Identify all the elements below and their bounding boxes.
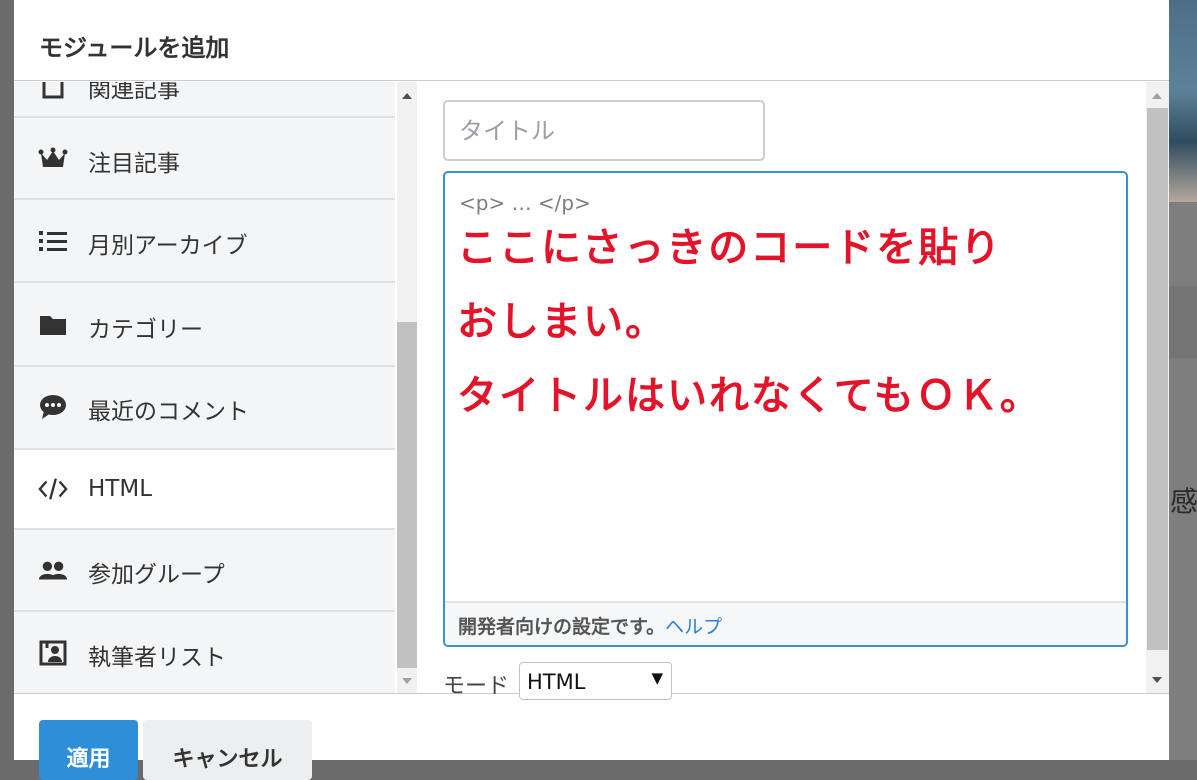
- annotation-line: タイトルはいれなくてもＯＫ。: [457, 373, 1042, 419]
- code-footer: 開発者向けの設定です。ヘルプ: [445, 601, 1126, 645]
- comment-icon: [38, 392, 68, 422]
- title-input[interactable]: [443, 100, 765, 161]
- author-icon: [38, 638, 68, 668]
- red-annotation: ここにさっきのコードを貼り おしまい。 タイトルはいれなくてもＯＫ。: [457, 211, 1117, 433]
- module-item-authors[interactable]: 執筆者リスト: [14, 612, 395, 693]
- module-item-label: 執筆者リスト: [88, 645, 226, 671]
- developer-note: 開発者向けの設定です。ヘルプ: [458, 612, 722, 639]
- module-item-label: 注目記事: [88, 151, 180, 177]
- document-icon: [38, 82, 68, 102]
- folder-icon: [38, 310, 68, 340]
- scrollbar-thumb[interactable]: [1147, 108, 1168, 650]
- module-item-groups[interactable]: 参加グループ: [14, 530, 395, 612]
- background-divider: [1169, 286, 1197, 358]
- module-item-label: 月別アーカイブ: [88, 233, 248, 259]
- module-item-related[interactable]: 関連記事: [14, 82, 395, 118]
- module-item-label: 関連記事: [88, 82, 180, 103]
- crown-icon: [38, 144, 68, 174]
- scroll-up-arrow-icon[interactable]: [397, 86, 417, 106]
- mode-select[interactable]: HTML ▼: [519, 662, 672, 700]
- module-item-label: 参加グループ: [88, 562, 225, 588]
- module-item-label: 最近のコメント: [88, 399, 249, 425]
- code-icon: [38, 474, 68, 504]
- dialog-title: モジュールを追加: [39, 34, 230, 62]
- scrollbar-thumb[interactable]: [397, 322, 417, 668]
- module-item-html[interactable]: HTML: [14, 450, 395, 530]
- annotation-line: ここにさっきのコードを貼り: [457, 225, 1003, 271]
- apply-button[interactable]: 適用: [39, 720, 138, 780]
- module-list: 関連記事 注目記事 月別アーカイブ カテゴリー 最近のコメント HTML 参加グ…: [14, 82, 395, 693]
- scroll-down-arrow-icon[interactable]: [397, 671, 417, 691]
- help-link[interactable]: ヘルプ: [665, 616, 722, 638]
- add-module-dialog: モジュールを追加 関連記事 注目記事 月別アーカイブ カテゴリー 最近のコメント…: [14, 0, 1169, 780]
- module-item-monthly-archive[interactable]: 月別アーカイブ: [14, 200, 395, 283]
- module-item-label: カテゴリー: [88, 317, 203, 343]
- background-text: 感: [1170, 485, 1197, 518]
- dialog-body: 関連記事 注目記事 月別アーカイブ カテゴリー 最近のコメント HTML 参加グ…: [14, 82, 1169, 700]
- editor-scrollbar[interactable]: [1146, 82, 1169, 693]
- list-icon: [38, 226, 68, 256]
- dropdown-caret-icon: ▼: [651, 669, 663, 687]
- mode-select-value: HTML: [527, 670, 586, 694]
- developer-note-text: 開発者向けの設定です。: [458, 616, 666, 638]
- module-item-category[interactable]: カテゴリー: [14, 283, 395, 367]
- annotation-line: おしまい。: [457, 299, 667, 345]
- html-code-textarea[interactable]: <p> … </p> ここにさっきのコードを貼り おしまい。 タイトルはいれなく…: [443, 171, 1128, 647]
- cancel-button[interactable]: キャンセル: [143, 720, 312, 780]
- mode-label: モード: [443, 674, 510, 699]
- editor-pane: <p> … </p> ここにさっきのコードを貼り おしまい。 タイトルはいれなく…: [419, 82, 1146, 700]
- module-list-scrollbar[interactable]: [397, 82, 417, 693]
- module-item-label: HTML: [88, 476, 153, 502]
- scroll-down-arrow-icon[interactable]: [1147, 670, 1167, 690]
- module-item-featured[interactable]: 注目記事: [14, 118, 395, 200]
- scroll-up-arrow-icon[interactable]: [1147, 86, 1167, 106]
- dialog-header: モジュールを追加: [14, 0, 1169, 81]
- module-item-recent-comments[interactable]: 最近のコメント: [14, 367, 395, 450]
- group-icon: [38, 556, 68, 586]
- background-photo: [1169, 0, 1197, 202]
